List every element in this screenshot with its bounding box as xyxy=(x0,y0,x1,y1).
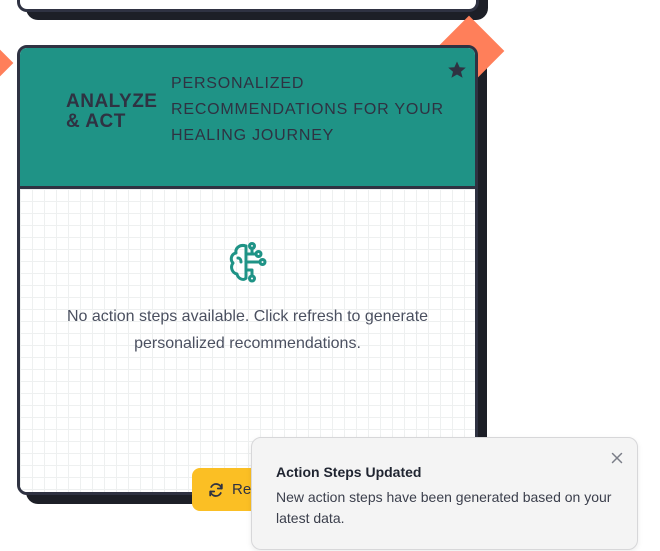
analyze-act-card: ANALYZE & ACT Personalized recommendatio… xyxy=(17,45,478,495)
top-card xyxy=(17,0,479,12)
refresh-button-label: Re xyxy=(232,481,252,498)
toast-message: New action steps have been generated bas… xyxy=(276,489,612,526)
empty-state-message: No action steps available. Click refresh… xyxy=(66,308,429,352)
decorative-diamond xyxy=(0,44,14,82)
card-header: ANALYZE & ACT Personalized recommendatio… xyxy=(20,48,475,189)
toast-notification: Action Steps Updated New action steps ha… xyxy=(251,437,638,550)
toast-title: Action Steps Updated xyxy=(276,464,422,480)
brain-circuit-icon xyxy=(229,242,267,283)
close-icon[interactable] xyxy=(611,452,623,464)
refresh-icon xyxy=(209,482,223,497)
star-icon[interactable] xyxy=(447,60,467,80)
card-title: ANALYZE & ACT xyxy=(66,91,158,132)
card-subtitle: Personalized recommendations for your he… xyxy=(171,75,444,144)
